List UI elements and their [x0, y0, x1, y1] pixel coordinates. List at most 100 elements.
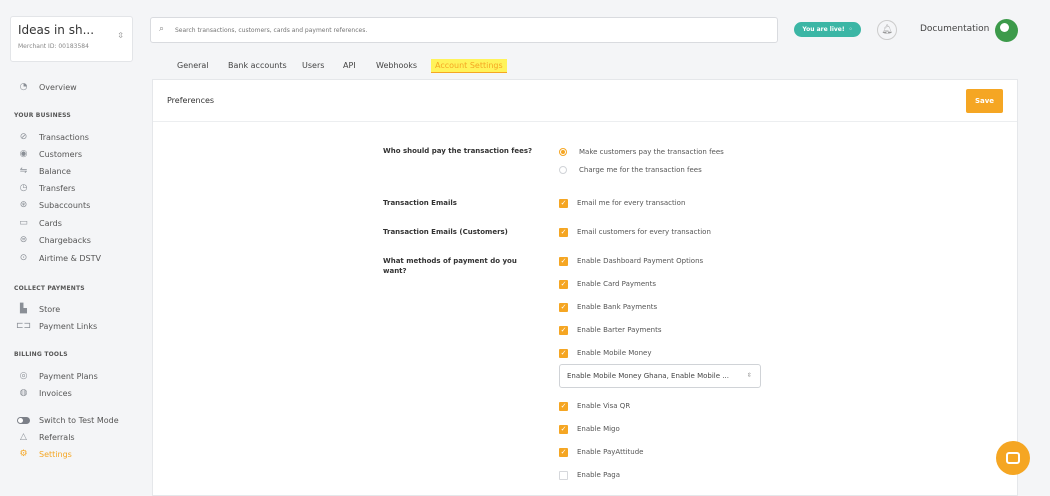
card-header: Preferences Save [153, 80, 1017, 122]
method-card[interactable]: ✓ Enable Card Payments [559, 278, 656, 290]
sidebar-item-cards[interactable]: ▭ Cards [17, 216, 62, 230]
method-payattitude[interactable]: ✓ Enable PayAttitude [559, 446, 643, 458]
method-mobile-money[interactable]: ✓ Enable Mobile Money [559, 347, 651, 359]
option-label: Enable PayAttitude [577, 448, 644, 456]
tab-users[interactable]: Users [302, 61, 324, 70]
customer-emails-option[interactable]: ✓ Email customers for every transaction [559, 226, 711, 238]
balance-icon: ⇋ [19, 166, 28, 176]
sidebar-item-label: Referrals [39, 432, 75, 442]
sidebar-item-overview[interactable]: ◔ Overview [17, 80, 77, 94]
chat-launcher-button[interactable] [996, 441, 1030, 475]
checkbox-unchecked[interactable] [559, 470, 568, 480]
sidebar-item-balance[interactable]: ⇋ Balance [17, 164, 71, 178]
save-button[interactable]: Save [966, 89, 1003, 113]
sidebar-item-store[interactable]: ▙ Store [17, 302, 60, 316]
method-dashboard[interactable]: ✓ Enable Dashboard Payment Options [559, 255, 703, 267]
merchant-id: Merchant ID: 00183584 [18, 43, 89, 50]
tab-account-settings[interactable]: Account Settings [431, 59, 507, 73]
sidebar-item-invoices[interactable]: ◍ Invoices [17, 386, 72, 400]
sidebar-item-test-mode[interactable]: Switch to Test Mode [17, 413, 119, 427]
sidebar-item-label: Chargebacks [39, 235, 91, 245]
option-label: Email customers for every transaction [577, 228, 711, 236]
test-mode-toggle[interactable] [17, 415, 30, 425]
preferences-card: Preferences Save Who should pay the tran… [152, 79, 1018, 496]
link-icon: ⊏⊐ [15, 321, 32, 331]
sidebar-item-payment-plans[interactable]: ◎ Payment Plans [17, 369, 98, 383]
option-label: Enable Visa QR [577, 402, 631, 410]
customers-icon: ◉ [19, 149, 28, 159]
option-label: Enable Bank Payments [577, 303, 658, 311]
search-input[interactable] [175, 23, 765, 37]
method-bank[interactable]: ✓ Enable Bank Payments [559, 301, 657, 313]
option-label: Enable Dashboard Payment Options [577, 257, 704, 265]
option-label: Enable Barter Payments [577, 326, 662, 334]
avatar[interactable] [995, 19, 1018, 42]
payment-plans-icon: ◎ [19, 371, 28, 381]
checkbox-checked[interactable]: ✓ [559, 256, 568, 266]
checkbox-checked[interactable]: ✓ [559, 447, 568, 457]
checkbox-checked[interactable]: ✓ [559, 348, 568, 358]
card-icon: ▭ [19, 218, 28, 228]
bell-icon[interactable]: 🔔︎ [877, 20, 897, 40]
radio-unselected[interactable] [559, 166, 567, 174]
fees-option-customers[interactable]: Make customers pay the transaction fees [559, 146, 724, 158]
method-paga[interactable]: Enable Paga [559, 469, 620, 481]
search-bar[interactable]: ⌕ [150, 17, 778, 43]
tab-general[interactable]: General [177, 61, 209, 70]
radio-selected[interactable] [559, 148, 567, 156]
sidebar-item-label: Switch to Test Mode [39, 415, 119, 425]
sidebar-item-label: Transfers [39, 183, 76, 193]
tab-api[interactable]: API [343, 61, 356, 70]
checkbox-checked[interactable]: ✓ [559, 227, 568, 237]
fees-option-merchant[interactable]: Charge me for the transaction fees [559, 164, 702, 176]
select-caret-icon: ⇳ [746, 372, 752, 379]
store-icon: ▙ [20, 304, 27, 314]
tab-webhooks[interactable]: Webhooks [376, 61, 417, 70]
sidebar-item-label: Subaccounts [39, 200, 91, 210]
option-label: Enable Migo [577, 425, 620, 433]
chargebacks-icon: ⊜ [19, 235, 28, 245]
method-migo[interactable]: ✓ Enable Migo [559, 423, 620, 435]
sidebar-item-payment-links[interactable]: ⊏⊐ Payment Links [15, 319, 98, 333]
checkbox-checked[interactable]: ✓ [559, 302, 568, 312]
sidebar-item-customers[interactable]: ◉ Customers [17, 147, 82, 161]
sidebar-item-settings[interactable]: ⚙ Settings [17, 447, 71, 461]
sidebar-item-transactions[interactable]: ⊘ Transactions [17, 130, 89, 144]
checkbox-checked[interactable]: ✓ [559, 424, 568, 434]
sidebar-item-label: Airtime & DSTV [39, 253, 101, 263]
method-visa-qr[interactable]: ✓ Enable Visa QR [559, 400, 630, 412]
mobile-money-select[interactable]: Enable Mobile Money Ghana, Enable Mobile… [559, 364, 761, 388]
methods-question: What methods of payment do you want? [383, 257, 517, 275]
live-status-badge[interactable]: You are live! ◦ [794, 22, 861, 37]
emails-option[interactable]: ✓ Email me for every transaction [559, 197, 685, 209]
checkbox-checked[interactable]: ✓ [559, 198, 568, 208]
merchant-switcher[interactable]: Ideas in sh... Merchant ID: 00183584 ⇳ [10, 16, 133, 62]
airtime-icon: ⊙ [19, 253, 28, 263]
customer-emails-label: Transaction Emails (Customers) [383, 228, 508, 236]
checkbox-checked[interactable]: ✓ [559, 279, 568, 289]
emails-label: Transaction Emails [383, 199, 457, 207]
option-label: Enable Paga [577, 471, 620, 479]
sidebar-item-label: Invoices [39, 388, 72, 398]
sidebar-item-label: Cards [39, 218, 62, 228]
sidebar-item-subaccounts[interactable]: ⊛ Subaccounts [17, 198, 91, 212]
method-barter[interactable]: ✓ Enable Barter Payments [559, 324, 662, 336]
merchant-name: Ideas in sh... [18, 23, 95, 37]
sidebar-item-label: Customers [39, 149, 83, 159]
invoices-icon: ◍ [19, 388, 28, 398]
documentation-link[interactable]: Documentation [920, 24, 989, 34]
referrals-icon: △ [20, 432, 27, 442]
sidebar-item-chargebacks[interactable]: ⊜ Chargebacks [17, 233, 91, 247]
checkbox-checked[interactable]: ✓ [559, 325, 568, 335]
sidebar-item-transfers[interactable]: ◷ Transfers [17, 181, 76, 195]
gear-icon: ⚙ [19, 449, 28, 459]
sidebar-item-label: Payment Links [39, 321, 98, 331]
search-icon: ⌕ [159, 24, 165, 34]
tab-bank-accounts[interactable]: Bank accounts [228, 61, 287, 70]
checkbox-checked[interactable]: ✓ [559, 401, 568, 411]
transactions-icon: ⊘ [19, 132, 28, 142]
sidebar-item-referrals[interactable]: △ Referrals [17, 430, 75, 444]
sidebar-item-airtime[interactable]: ⊙ Airtime & DSTV [17, 251, 101, 265]
option-label: Enable Mobile Money [577, 349, 652, 357]
card-title: Preferences [167, 96, 215, 105]
